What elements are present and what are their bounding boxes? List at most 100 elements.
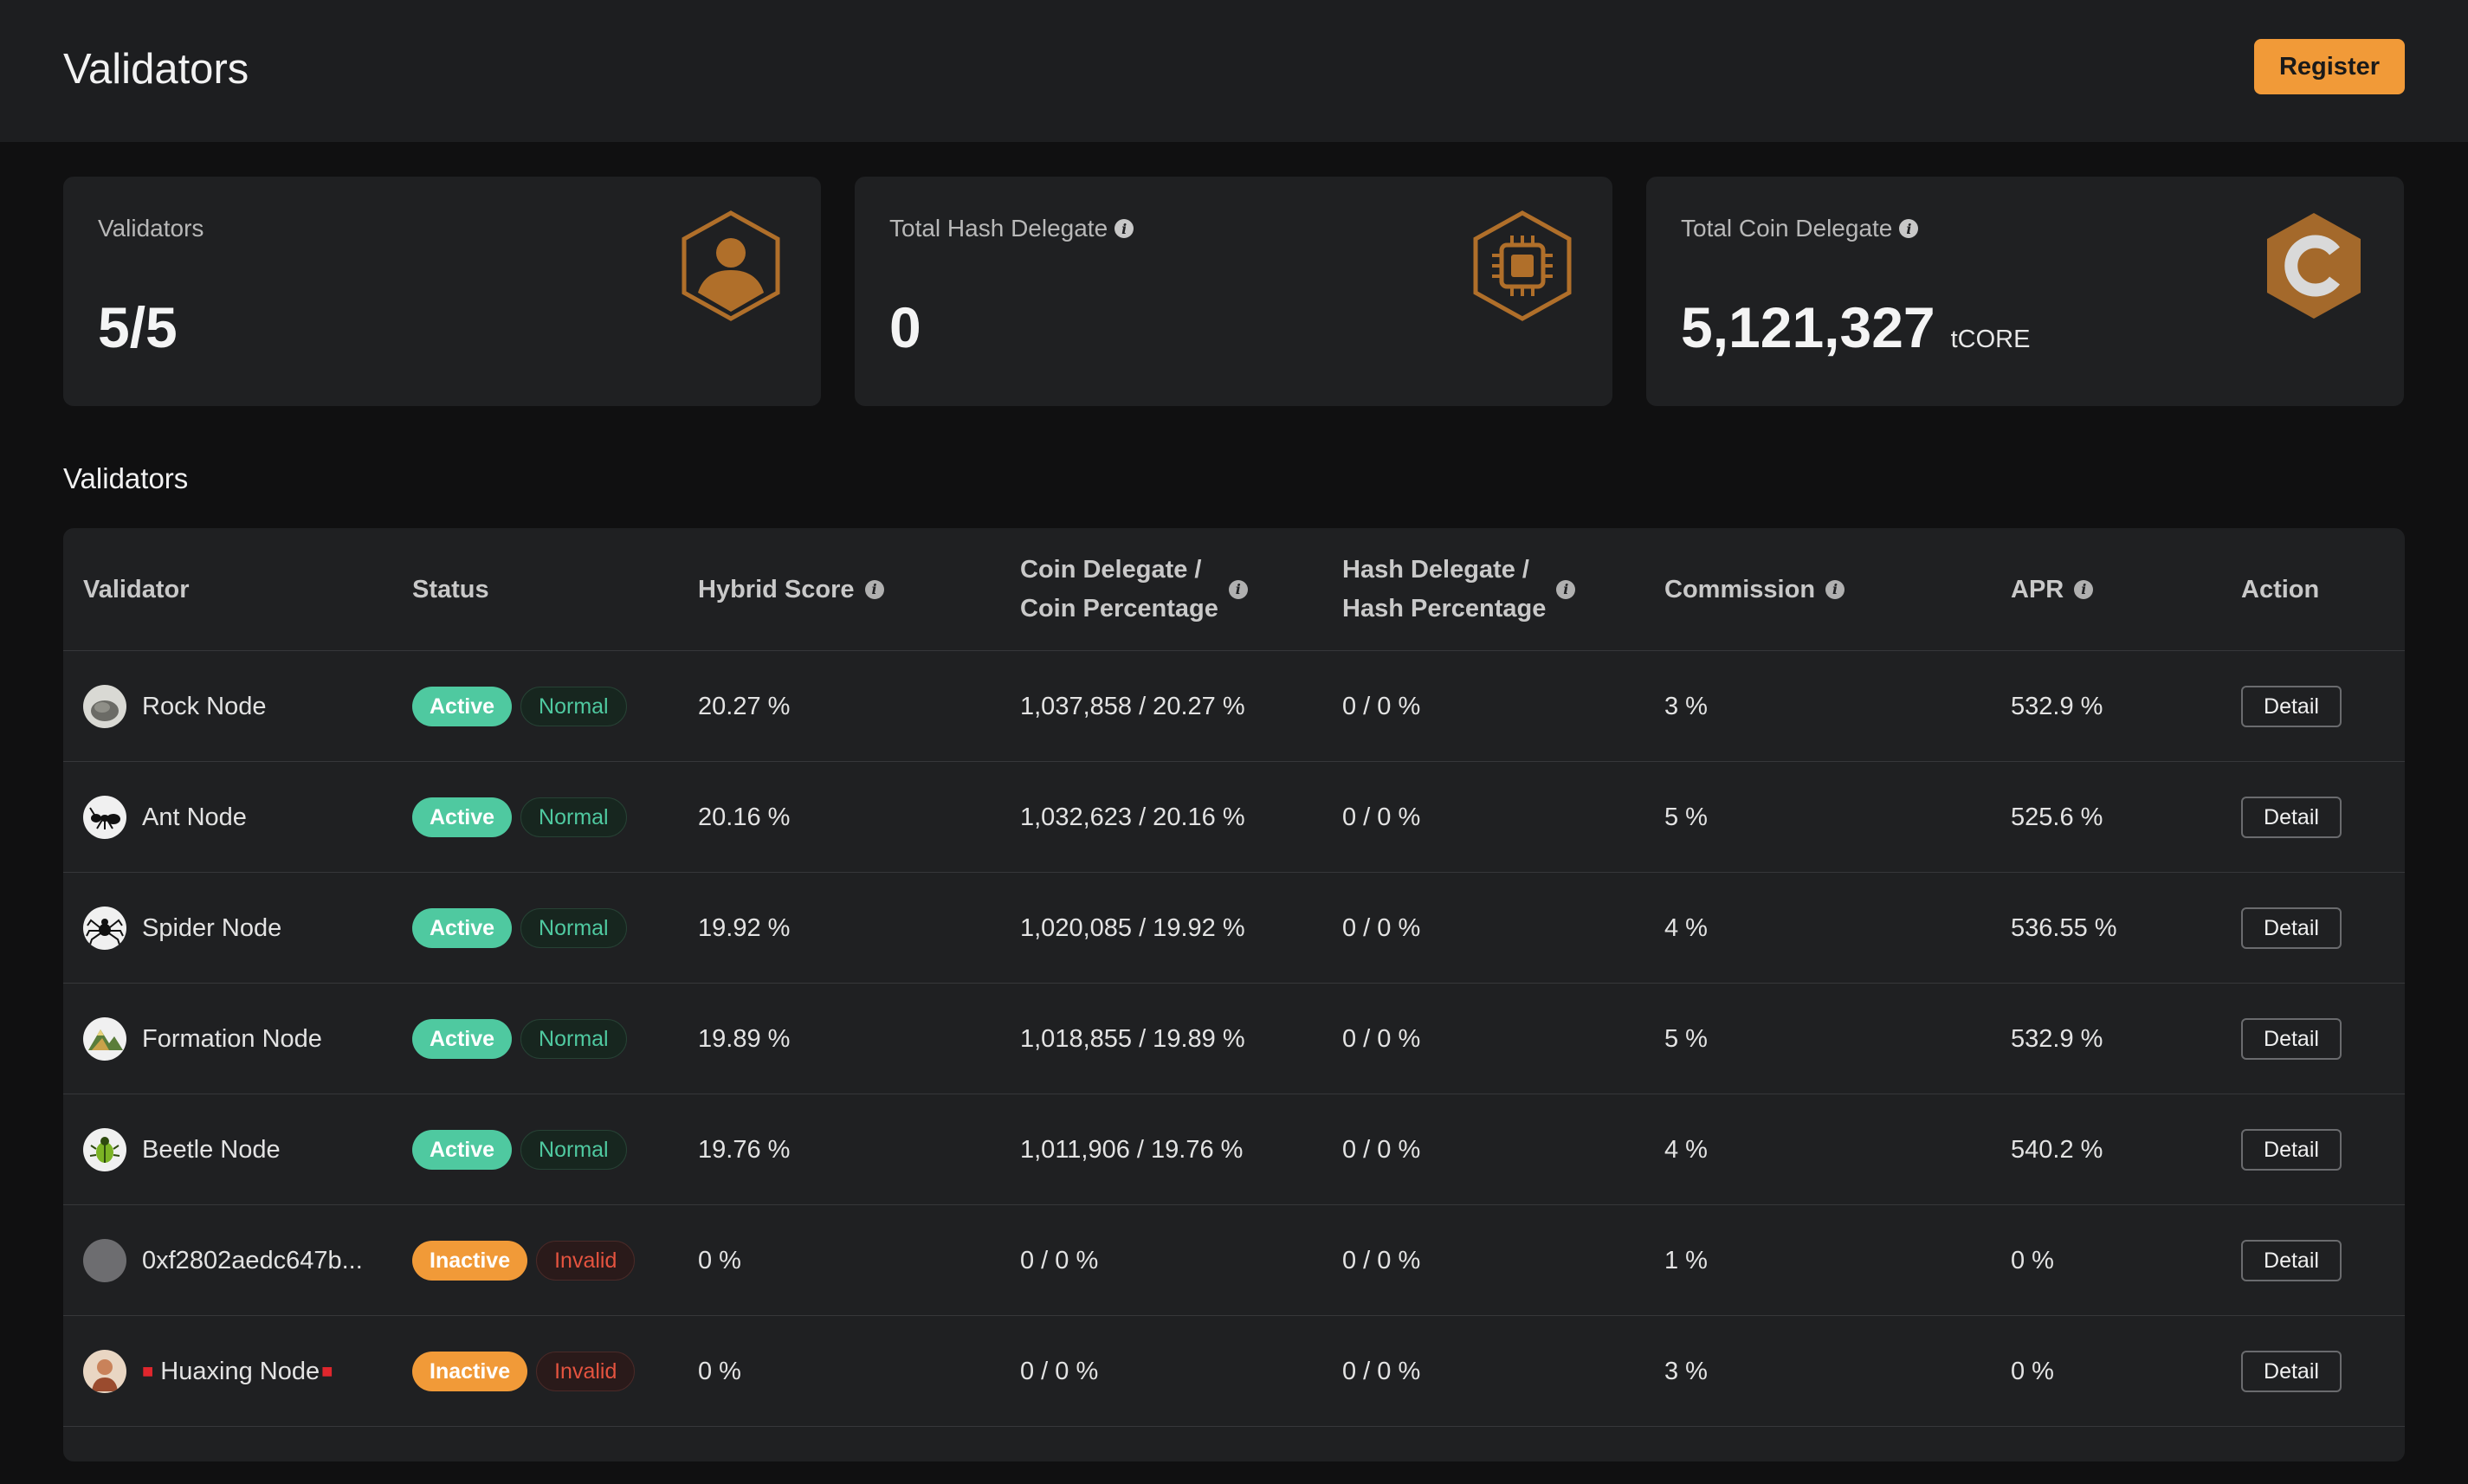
china-flag-icon: ■ (142, 1360, 154, 1382)
apr-cell: 532.9 % (2011, 1024, 2103, 1053)
detail-button[interactable]: Detail (2241, 686, 2342, 727)
detail-button[interactable]: Detail (2241, 1240, 2342, 1281)
table-row[interactable]: Ant Node Active Normal 20.16 % 1,032,623… (63, 762, 2405, 873)
info-icon[interactable]: i (1228, 580, 1248, 599)
hybrid-score-cell: 0 % (698, 1357, 741, 1385)
state-badge: Invalid (536, 1352, 636, 1391)
user-hexagon-icon (682, 210, 780, 321)
apr-cell: 536.55 % (2011, 913, 2117, 942)
info-icon[interactable]: i (1114, 219, 1134, 238)
table-row[interactable]: Beetle Node Active Normal 19.76 % 1,011,… (63, 1094, 2405, 1205)
validator-name: Spider Node (142, 913, 282, 942)
hash-delegate-cell: 0 / 0 % (1342, 1024, 1421, 1053)
validator-cell[interactable]: Spider Node (83, 873, 281, 984)
mountain-avatar-icon (83, 1017, 126, 1061)
coin-delegate-cell: 0 / 0 % (1020, 1357, 1099, 1385)
validator-name: 0xf2802aedc647b... (142, 1246, 363, 1274)
info-icon[interactable]: i (1899, 219, 1919, 238)
validator-cell[interactable]: ■ Huaxing Node ■ (83, 1316, 333, 1427)
hash-delegate-cell: 0 / 0 % (1342, 803, 1421, 831)
action-cell: Detail (2241, 1205, 2342, 1316)
core-coin-hexagon-icon (2267, 213, 2361, 319)
info-icon[interactable]: i (1825, 580, 1845, 599)
info-icon[interactable]: i (1556, 580, 1576, 599)
register-button[interactable]: Register (2254, 39, 2405, 94)
validator-cell[interactable]: Formation Node (83, 984, 322, 1094)
detail-button[interactable]: Detail (2241, 1129, 2342, 1171)
apr-cell: 525.6 % (2011, 803, 2103, 831)
hash-delegate-cell: 0 / 0 % (1342, 1357, 1421, 1385)
card-value: 5/5 (98, 295, 178, 359)
validator-cell[interactable]: Beetle Node (83, 1094, 281, 1205)
column-status: Status (412, 575, 489, 603)
validator-cell[interactable]: 0xf2802aedc647b... (83, 1205, 363, 1316)
total-coin-delegate-card: Total Coin Delegate i 5,121,327 tCORE (1646, 177, 2404, 406)
state-badge: Normal (520, 908, 627, 948)
validator-name: Beetle Node (142, 1135, 281, 1164)
coin-delegate-cell: 0 / 0 % (1020, 1246, 1099, 1274)
hybrid-score-cell: 20.27 % (698, 692, 791, 720)
commission-cell: 5 % (1664, 803, 1708, 831)
status-badge: Active (412, 687, 513, 726)
status-cell: Inactive Invalid (412, 1205, 636, 1316)
validator-name: Rock Node (142, 692, 267, 720)
table-row[interactable]: 0xf2802aedc647b... Inactive Invalid 0 % … (63, 1205, 2405, 1316)
hash-delegate-cell: 0 / 0 % (1342, 692, 1421, 720)
apr-cell: 532.9 % (2011, 692, 2103, 720)
status-badge: Active (412, 1019, 513, 1059)
chip-hexagon-icon (1473, 210, 1572, 321)
rock-avatar-icon (83, 685, 126, 728)
status-badge: Active (412, 797, 513, 837)
card-label: Total Coin Delegate i (1681, 215, 1919, 242)
hybrid-score-cell: 19.92 % (698, 913, 791, 942)
status-badge: Active (412, 908, 513, 948)
hash-delegate-cell: 0 / 0 % (1342, 913, 1421, 942)
card-label: Total Hash Delegate i (889, 215, 1134, 242)
detail-button[interactable]: Detail (2241, 797, 2342, 838)
table-row[interactable]: Spider Node Active Normal 19.92 % 1,020,… (63, 873, 2405, 984)
commission-cell: 3 % (1664, 692, 1708, 720)
detail-button[interactable]: Detail (2241, 1018, 2342, 1060)
commission-cell: 3 % (1664, 1357, 1708, 1385)
action-cell: Detail (2241, 873, 2342, 984)
validators-table: Validator Status Hybrid Score i Coin Del… (63, 528, 2405, 1461)
coin-delegate-cell: 1,018,855 / 19.89 % (1020, 1024, 1245, 1053)
state-badge: Normal (520, 797, 627, 837)
column-apr: APR i (2011, 528, 2094, 651)
hybrid-score-cell: 19.76 % (698, 1135, 791, 1164)
column-validator: Validator (83, 575, 190, 603)
section-title: Validators (63, 462, 189, 494)
coin-delegate-cell: 1,011,906 / 19.76 % (1020, 1135, 1244, 1164)
hybrid-score-cell: 20.16 % (698, 803, 791, 831)
spider-avatar-icon (83, 907, 126, 950)
info-icon[interactable]: i (2074, 580, 2094, 599)
state-badge: Normal (520, 1019, 627, 1059)
portrait-avatar-icon (83, 1350, 126, 1393)
action-cell: Detail (2241, 762, 2342, 873)
validator-name: Formation Node (142, 1024, 322, 1053)
card-value: 5,121,327 tCORE (1681, 295, 2031, 359)
ant-avatar-icon (83, 796, 126, 839)
page-title: Validators (63, 46, 249, 93)
status-badge: Active (412, 1130, 513, 1170)
card-value: 0 (889, 295, 921, 359)
detail-button[interactable]: Detail (2241, 1351, 2342, 1392)
table-row[interactable]: Rock Node Active Normal 20.27 % 1,037,85… (63, 651, 2405, 762)
card-unit: tCORE (1950, 326, 2031, 353)
column-hybrid-score: Hybrid Score i (698, 528, 884, 651)
state-badge: Invalid (536, 1241, 636, 1281)
validator-cell[interactable]: Ant Node (83, 762, 247, 873)
table-row[interactable]: Formation Node Active Normal 19.89 % 1,0… (63, 984, 2405, 1094)
hash-delegate-cell: 0 / 0 % (1342, 1246, 1421, 1274)
detail-button[interactable]: Detail (2241, 907, 2342, 949)
validator-cell[interactable]: Rock Node (83, 651, 266, 762)
status-cell: Inactive Invalid (412, 1316, 636, 1427)
status-cell: Active Normal (412, 651, 627, 762)
state-badge: Normal (520, 1130, 627, 1170)
apr-cell: 0 % (2011, 1246, 2054, 1274)
status-badge: Inactive (412, 1352, 528, 1391)
table-header: Validator Status Hybrid Score i Coin Del… (63, 528, 2405, 651)
info-icon[interactable]: i (864, 580, 884, 599)
action-cell: Detail (2241, 1094, 2342, 1205)
table-row[interactable]: ■ Huaxing Node ■ Inactive Invalid 0 % 0 … (63, 1316, 2405, 1427)
